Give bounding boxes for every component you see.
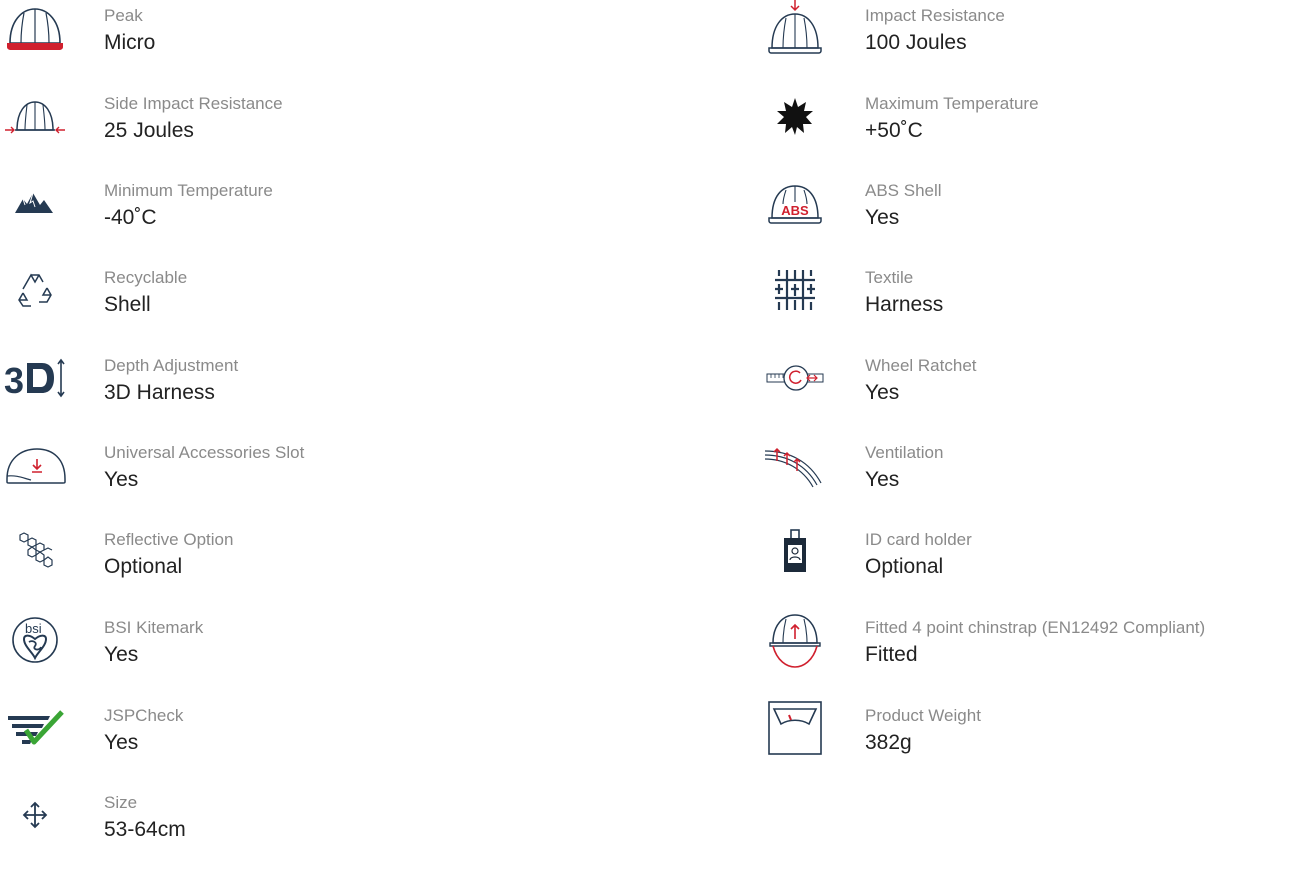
spec-value: 3D Harness [104,381,215,404]
spec-peak: Peak Micro [0,0,650,87]
spec-value: Fitted [865,643,918,666]
recycle-icon [2,262,68,318]
spec-label: Maximum Temperature [865,94,1039,113]
3d-depth-icon: 3 [2,350,68,406]
spec-textile: Textile Harness [760,262,1313,349]
spec-label: BSI Kitemark [104,618,204,637]
spec-impact-resistance: Impact Resistance 100 Joules [760,0,1313,87]
scale-icon [762,700,828,756]
spec-label: Ventilation [865,443,944,462]
spec-label: Universal Accessories Slot [104,443,305,462]
spec-label: Recyclable [104,268,188,287]
spec-depth-adjustment: 3 Depth Adjustment 3D Harness [0,350,650,437]
spec-label: ABS Shell [865,181,942,200]
abs-shell-icon: ABS [762,175,828,231]
spec-label: Impact Resistance [865,6,1005,25]
spec-value: Yes [865,468,900,491]
side-impact-icon [2,88,68,144]
spec-value: Shell [104,293,151,316]
svg-text:3: 3 [4,360,24,401]
abs-icon-text: ABS [781,203,809,218]
spec-value: 25 Joules [104,119,194,142]
spec-label: Side Impact Resistance [104,94,283,113]
spec-label: Product Weight [865,706,981,725]
spec-accessory-slot: Universal Accessories Slot Yes [0,437,650,524]
spec-value: Optional [865,555,944,578]
spec-size: Size 53-64cm [0,787,650,874]
spec-value: -40˚C [104,206,157,229]
spec-chinstrap: Fitted 4 point chinstrap (EN12492 Compli… [760,612,1313,699]
spec-value: 382g [865,731,912,754]
chinstrap-icon [762,612,828,668]
spec-value: +50˚C [865,119,923,142]
textile-icon [762,262,828,318]
sun-icon [762,88,828,144]
spec-label: Reflective Option [104,530,234,549]
spec-side-impact: Side Impact Resistance 25 Joules [0,88,650,175]
jspcheck-icon [2,700,68,756]
spec-value: 53-64cm [104,818,186,841]
spec-value: Yes [104,731,139,754]
spec-ventilation: Ventilation Yes [760,437,1313,524]
spec-value: Optional [104,555,183,578]
spec-label: JSPCheck [104,706,184,725]
spec-jspcheck: JSPCheck Yes [0,700,650,787]
spec-label: Wheel Ratchet [865,356,977,375]
spec-label: ID card holder [865,530,972,549]
spec-max-temperature: Maximum Temperature +50˚C [760,88,1313,175]
spec-label: Peak [104,6,143,25]
id-card-icon [762,524,828,580]
spec-wheel-ratchet: Wheel Ratchet Yes [760,350,1313,437]
hexagons-icon [2,524,68,580]
spec-abs-shell: ABS ABS Shell Yes [760,175,1313,262]
spec-value: Yes [865,206,900,229]
spec-bsi-kitemark: bsi BSI Kitemark Yes [0,612,650,699]
spec-value: Micro [104,31,156,54]
spec-label: Size [104,793,138,812]
size-arrows-icon [2,787,68,843]
spec-value: Yes [865,381,900,404]
ventilation-icon [762,437,828,493]
impact-resistance-icon [762,0,828,56]
spec-label: Textile [865,268,914,287]
spec-label: Depth Adjustment [104,356,239,375]
spec-min-temperature: Minimum Temperature -40˚C [0,175,650,262]
spec-label: Fitted 4 point chinstrap (EN12492 Compli… [865,618,1206,637]
wheel-ratchet-icon [762,350,828,406]
spec-value: 100 Joules [865,31,967,54]
spec-product-weight: Product Weight 382g [760,700,1313,787]
bsi-logo-text: bsi [25,621,42,636]
accessory-slot-icon [2,437,68,493]
spec-value: Yes [104,643,139,666]
spec-value: Harness [865,293,944,316]
bsi-kitemark-icon: bsi [2,612,68,668]
spec-reflective-option: Reflective Option Optional [0,524,650,611]
spec-value: Yes [104,468,139,491]
mountains-icon [2,175,68,231]
spec-id-card-holder: ID card holder Optional [760,524,1313,611]
spec-recyclable: Recyclable Shell [0,262,650,349]
helmet-peak-icon [2,0,68,56]
spec-label: Minimum Temperature [104,181,273,200]
